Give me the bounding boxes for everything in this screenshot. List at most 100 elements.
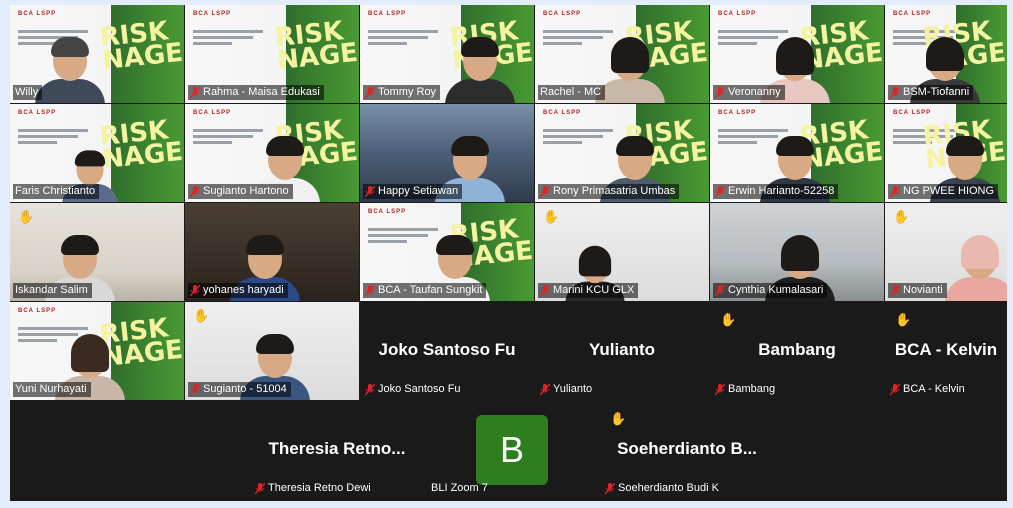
video-tile-tommy[interactable]: BCA LSPPRISKNAGE Tommy Roy (360, 5, 534, 103)
name-label: Yuni Nurhayati (13, 382, 91, 397)
name-label: Joko Santoso Fu (363, 382, 465, 397)
video-tile-theresia[interactable]: Theresia Retno... Theresia Retno Dewi (250, 401, 424, 499)
participant-video (945, 231, 1007, 301)
participant-name: BLI Zoom 7 (431, 482, 488, 494)
name-label: Happy Setiawan (363, 184, 463, 199)
mic-muted-icon (715, 383, 725, 395)
participant-name: Rony Primasatria Umbas (553, 185, 676, 197)
mic-muted-icon (715, 86, 725, 98)
raised-hand-icon: ✋ (893, 209, 910, 224)
video-tile-willy[interactable]: BCA LSPP RISK NAGE Willy (10, 5, 184, 103)
participant-name: Yuni Nurhayati (15, 383, 87, 395)
name-label: Rachel - MC (538, 85, 606, 100)
participant-video (445, 33, 515, 103)
video-tile-iskandar[interactable]: ✋ Iskandar Salim (10, 203, 184, 301)
raised-hand-icon: ✋ (193, 308, 210, 323)
participant-name: Iskandar Salim (15, 284, 88, 296)
participant-name: Soeherdianto Budi K (618, 482, 719, 494)
raised-hand-icon: ✋ (610, 411, 627, 426)
name-label: Faris Christianto (13, 184, 100, 199)
participant-name: Willy (15, 86, 39, 98)
video-tile-marini[interactable]: ✋ Marini KCU GLX (535, 203, 709, 301)
participant-name: Bambang (728, 383, 776, 395)
participant-name: Joko Santoso Fu (378, 383, 461, 395)
video-gallery: BCA LSPP RISK NAGE Willy BCA LSPP RISK NAGE … (10, 5, 1007, 501)
name-label: Rony Primasatria Umbas (538, 184, 680, 199)
participant-display-name: Soeherdianto B... (617, 439, 757, 458)
video-tile-erwin[interactable]: BCA LSPP RISK NAGE Erwin Harianto-52258 (710, 104, 884, 202)
video-tile-cynthia[interactable]: Cynthia Kumalasari (710, 203, 884, 301)
participant-name: Veronanny (728, 86, 781, 98)
participant-name: NG PWEE HIONG (903, 185, 995, 197)
mic-muted-icon (605, 482, 615, 494)
video-tile-soeherdianto[interactable]: ✋ Soeherdianto B... Soeherdianto Budi K (600, 401, 774, 499)
video-tile-joko[interactable]: Joko Santoso Fu Joko Santoso Fu (360, 302, 534, 400)
raised-hand-icon: ✋ (720, 312, 737, 327)
video-tile-rahma[interactable]: BCA LSPP RISK NAGE Rahma - Maisa Edukasi (185, 5, 359, 103)
video-tile-tiofanni[interactable]: BCA LSPP RISK NAGE BSM-Tiofanni (885, 5, 1007, 103)
mic-muted-icon (715, 185, 725, 197)
mic-muted-icon (255, 482, 265, 494)
participant-name: Happy Setiawan (378, 185, 459, 197)
participant-name: Cynthia Kumalasari (728, 284, 824, 296)
mic-muted-icon (190, 185, 200, 197)
video-tile-yulianto[interactable]: Yulianto Yulianto (535, 302, 709, 400)
participant-name: Sugianto Hartono (203, 185, 289, 197)
name-label: Marini KCU GLX (538, 283, 639, 298)
mic-muted-icon (540, 383, 550, 395)
name-label: Soeherdianto Budi K (603, 481, 723, 496)
video-tile-sugianto-51004[interactable]: ✋ Sugianto - 51004 (185, 302, 359, 400)
video-tile-bambang[interactable]: ✋ Bambang Bambang (710, 302, 884, 400)
participant-name: Erwin Harianto-52258 (728, 185, 835, 197)
mic-muted-icon (540, 284, 550, 296)
video-tile-faris[interactable]: BCA LSPP RISK NAGE Faris Christianto (10, 104, 184, 202)
mic-muted-icon (190, 383, 200, 395)
participant-name: Rachel - MC (540, 86, 602, 98)
mic-muted-icon (190, 86, 200, 98)
participant-display-name: Joko Santoso Fu (378, 340, 516, 359)
participant-video (35, 33, 105, 103)
video-tile-veronanny[interactable]: BCA LSPP RISK NAGE Veronanny (710, 5, 884, 103)
video-tile-rony[interactable]: BCA LSPP RISK NAGE Rony Primasatria Umbas (535, 104, 709, 202)
name-label: BLI Zoom 7 (429, 481, 492, 496)
participant-display-name: Theresia Retno... (268, 439, 406, 458)
video-tile-kelvin[interactable]: ✋ BCA - Kelvin BCA - Kelvin (885, 302, 1007, 400)
avatar: B (476, 415, 548, 485)
participant-name: Rahma - Maisa Edukasi (203, 86, 320, 98)
name-label: Sugianto - 51004 (188, 382, 291, 397)
name-label: Theresia Retno Dewi (253, 481, 375, 496)
participant-display-name: Bambang (758, 340, 836, 359)
mic-muted-icon (715, 284, 725, 296)
video-tile-happy[interactable]: Happy Setiawan (360, 104, 534, 202)
mic-muted-icon (890, 284, 900, 296)
video-tile-taufan[interactable]: BCA LSPP RISK NAGE BCA - Taufan Sungkit (360, 203, 534, 301)
name-label: BSM-Tiofanni (888, 85, 974, 100)
participant-name: Yulianto (553, 383, 593, 395)
name-label: Iskandar Salim (13, 283, 92, 298)
raised-hand-icon: ✋ (895, 312, 912, 327)
mic-muted-icon (890, 86, 900, 98)
video-tile-ng-pwee-hiong[interactable]: BCA LSPPRISKNAGE NG PWEE HIONG (885, 104, 1007, 202)
video-tile-bli-zoom-7[interactable]: B BLI Zoom 7 (425, 401, 599, 499)
video-tile-rachel-active-speaker[interactable]: BCA LSPP RISK NAGE Rachel - MC (535, 5, 709, 103)
mic-muted-icon (890, 383, 900, 395)
video-tile-sugianto-hartono[interactable]: BCA LSPP RISK NAGE Sugianto Hartono (185, 104, 359, 202)
name-label: Rahma - Maisa Edukasi (188, 85, 324, 100)
mic-muted-icon (365, 284, 375, 296)
participant-name: BCA - Taufan Sungkit (378, 284, 483, 296)
participant-name: Theresia Retno Dewi (268, 482, 371, 494)
mic-muted-icon (365, 383, 375, 395)
participant-display-name: Yulianto (588, 340, 656, 359)
mic-muted-icon (365, 185, 375, 197)
participant-name: yohanes haryadi (203, 284, 284, 296)
name-label: Erwin Harianto-52258 (713, 184, 839, 199)
raised-hand-icon: ✋ (543, 209, 560, 224)
name-label: BCA - Taufan Sungkit (363, 283, 487, 298)
video-tile-yuni[interactable]: BCA LSPP RISK NAGE Yuni Nurhayati (10, 302, 184, 400)
participant-name: BCA - Kelvin (903, 383, 965, 395)
name-label: Willy (13, 85, 43, 100)
participant-display-name: BCA - Kelvin (894, 340, 998, 359)
video-tile-yohanes[interactable]: yohanes haryadi (185, 203, 359, 301)
mic-muted-icon (890, 185, 900, 197)
video-tile-novianti[interactable]: ✋ Novianti (885, 203, 1007, 301)
